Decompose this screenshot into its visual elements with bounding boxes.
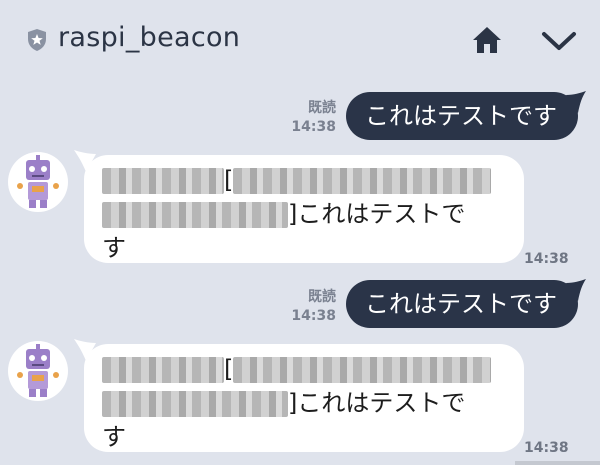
message-text: す	[102, 234, 126, 262]
message-line: ]これはテストで	[102, 197, 506, 231]
blurred-text	[102, 168, 224, 194]
read-receipt: 既読 14:38	[286, 99, 336, 137]
avatar[interactable]	[8, 152, 68, 212]
read-label: 既読	[308, 100, 336, 116]
shield-star-icon	[28, 29, 46, 51]
incoming-bubble[interactable]: [ ]これはテストで す	[84, 155, 524, 263]
message-time: 14:38	[291, 119, 336, 135]
robot-icon	[17, 155, 59, 208]
blurred-text	[102, 202, 288, 228]
message-time: 14:38	[291, 308, 336, 324]
home-icon[interactable]	[470, 24, 504, 56]
message-line: ]これはテストで	[102, 386, 506, 420]
bottom-divider	[515, 461, 600, 465]
chat-title: raspi_beacon	[58, 22, 241, 53]
message-line: [	[102, 163, 506, 197]
message-text: ]これはテストで	[288, 200, 466, 228]
read-label: 既読	[308, 289, 336, 305]
chat-header: raspi_beacon	[0, 0, 600, 82]
message-text: す	[102, 423, 126, 451]
read-receipt: 既読 14:38	[286, 288, 336, 326]
message-time: 14:38	[524, 251, 569, 267]
incoming-bubble[interactable]: [ ]これはテストで す	[84, 344, 524, 452]
outgoing-bubble[interactable]: これはテストです	[346, 280, 578, 328]
blurred-text	[102, 391, 288, 417]
message-time: 14:38	[524, 440, 569, 456]
chevron-down-icon[interactable]	[540, 28, 578, 54]
robot-icon	[17, 344, 59, 397]
avatar[interactable]	[8, 341, 68, 401]
outgoing-bubble[interactable]: これはテストです	[346, 92, 578, 140]
bubble-tail	[566, 279, 586, 301]
message-text: ]これはテストで	[288, 389, 466, 417]
message-line: [	[102, 352, 506, 386]
blurred-text	[233, 357, 492, 383]
bubble-tail	[566, 91, 586, 113]
blurred-text	[233, 168, 492, 194]
blurred-text	[102, 357, 224, 383]
